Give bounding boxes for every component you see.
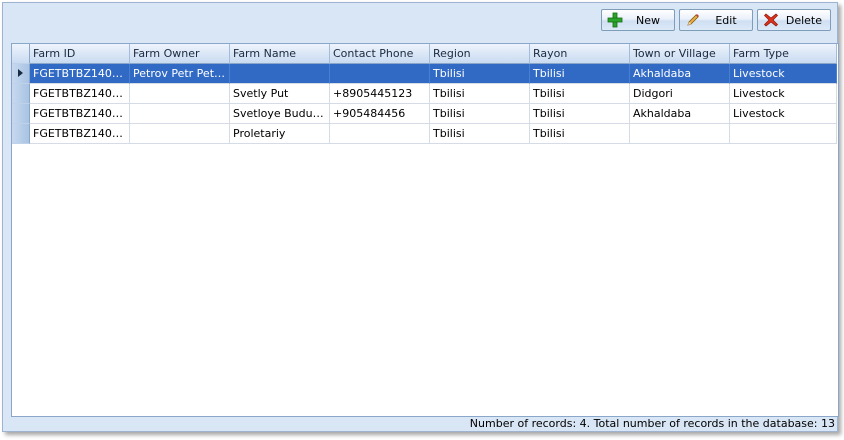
cell-farm-type[interactable]: Livestock	[730, 104, 837, 124]
cell-rayon[interactable]: Tbilisi	[530, 124, 630, 144]
cell-farm-owner[interactable]	[130, 104, 230, 124]
cell-farm-name[interactable]: Proletariy	[230, 124, 330, 144]
toolbar: New Edit Delete	[601, 9, 831, 33]
edit-button-label: Edit	[715, 13, 737, 27]
pencil-icon	[684, 11, 702, 29]
new-button-label: New	[636, 13, 660, 27]
farm-list-panel: New Edit Delete Farm ID Farm Owner Farm …	[2, 2, 839, 432]
cell-town-or-village[interactable]	[630, 124, 730, 144]
column-header-farm-name[interactable]: Farm Name	[230, 44, 330, 64]
cell-farm-name[interactable]: Svetloye Budusc...	[230, 104, 330, 124]
cell-contact-phone[interactable]	[330, 124, 430, 144]
cell-region[interactable]: Tbilisi	[430, 84, 530, 104]
cell-contact-phone[interactable]: +8905445123	[330, 84, 430, 104]
x-icon	[762, 11, 780, 29]
cell-region[interactable]: Tbilisi	[430, 64, 530, 84]
column-header-town-or-village[interactable]: Town or Village	[630, 44, 730, 64]
column-header-region[interactable]: Region	[430, 44, 530, 64]
cell-farm-type[interactable]	[730, 124, 837, 144]
column-header-contact-phone[interactable]: Contact Phone	[330, 44, 430, 64]
cell-region[interactable]: Tbilisi	[430, 124, 530, 144]
delete-button-label: Delete	[785, 13, 822, 27]
cell-rayon[interactable]: Tbilisi	[530, 84, 630, 104]
cell-farm-id[interactable]: FGETBTBZ140003	[30, 64, 130, 84]
delete-button[interactable]: Delete	[757, 9, 831, 31]
cell-town-or-village[interactable]: Akhaldaba	[630, 104, 730, 124]
cell-town-or-village[interactable]: Akhaldaba	[630, 64, 730, 84]
table-row[interactable]: FGETBTBZ140006 Proletariy Tbilisi Tbilis…	[12, 124, 837, 144]
cell-farm-id[interactable]: FGETBTBZ140006	[30, 124, 130, 144]
cell-farm-id[interactable]: FGETBTBZ140004	[30, 84, 130, 104]
column-header-farm-owner[interactable]: Farm Owner	[130, 44, 230, 64]
arrow-right-icon	[17, 67, 24, 80]
cell-rayon[interactable]: Tbilisi	[530, 104, 630, 124]
column-header-farm-type[interactable]: Farm Type	[730, 44, 837, 64]
row-indicator[interactable]	[12, 124, 30, 144]
header-corner	[12, 44, 30, 64]
cell-region[interactable]: Tbilisi	[430, 104, 530, 124]
cell-farm-type[interactable]: Livestock	[730, 84, 837, 104]
row-indicator[interactable]	[12, 64, 30, 84]
table-row[interactable]: FGETBTBZ140003 Petrov Petr Petro... Tbil…	[12, 64, 837, 84]
cell-farm-name[interactable]	[230, 64, 330, 84]
row-indicator[interactable]	[12, 84, 30, 104]
edit-button[interactable]: Edit	[679, 9, 753, 31]
cell-contact-phone[interactable]: +905484456	[330, 104, 430, 124]
plus-icon	[606, 11, 624, 29]
cell-town-or-village[interactable]: Didgori	[630, 84, 730, 104]
grid-header: Farm ID Farm Owner Farm Name Contact Pho…	[12, 44, 837, 64]
cell-rayon[interactable]: Tbilisi	[530, 64, 630, 84]
cell-farm-type[interactable]: Livestock	[730, 64, 837, 84]
column-header-farm-id[interactable]: Farm ID	[30, 44, 130, 64]
column-header-rayon[interactable]: Rayon	[530, 44, 630, 64]
row-indicator[interactable]	[12, 104, 30, 124]
cell-contact-phone[interactable]	[330, 64, 430, 84]
table-row[interactable]: FGETBTBZ140005 Svetloye Budusc... +90548…	[12, 104, 837, 124]
record-count-status: Number of records: 4. Total number of re…	[469, 417, 835, 430]
cell-farm-name[interactable]: Svetly Put	[230, 84, 330, 104]
cell-farm-id[interactable]: FGETBTBZ140005	[30, 104, 130, 124]
cell-farm-owner[interactable]	[130, 84, 230, 104]
new-button[interactable]: New	[601, 9, 675, 31]
cell-farm-owner[interactable]	[130, 124, 230, 144]
cell-farm-owner[interactable]: Petrov Petr Petro...	[130, 64, 230, 84]
table-row[interactable]: FGETBTBZ140004 Svetly Put +8905445123 Tb…	[12, 84, 837, 104]
farms-grid: Farm ID Farm Owner Farm Name Contact Pho…	[11, 43, 839, 417]
